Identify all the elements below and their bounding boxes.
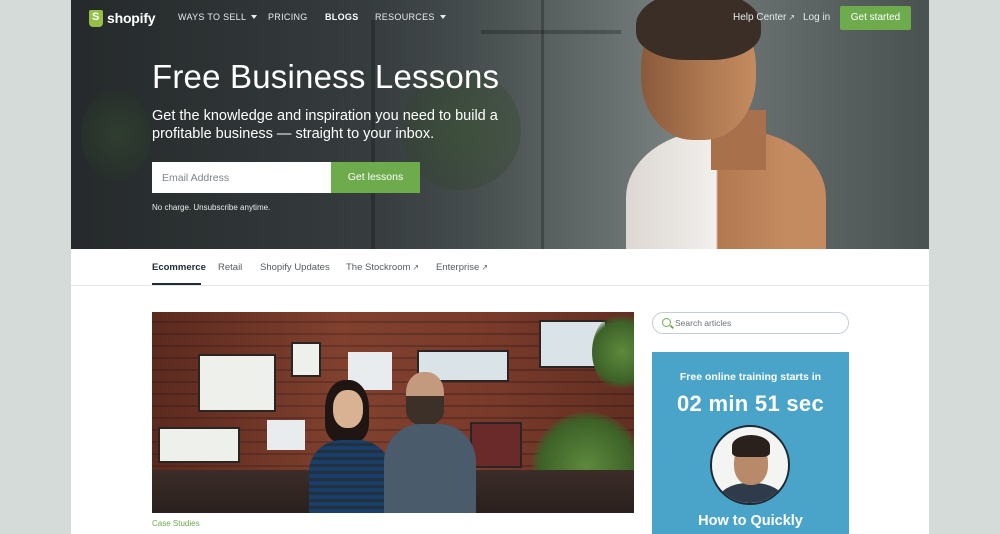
tab-label: Retail: [218, 262, 243, 273]
help-center-label: Help Center: [733, 12, 787, 23]
category-tabs: Ecommerce Retail Shopify Updates The Sto…: [71, 249, 929, 286]
tab-label: Ecommerce: [152, 262, 206, 273]
search-icon: [662, 318, 671, 327]
external-link-icon: ↗: [481, 263, 489, 272]
tab-ecommerce[interactable]: Ecommerce: [152, 262, 206, 273]
tab-label: Enterprise: [436, 262, 480, 273]
hero-note: No charge. Unsubscribe anytime.: [152, 203, 271, 212]
woman-head: [333, 390, 363, 428]
tab-retail[interactable]: Retail: [218, 262, 242, 273]
nav-resources[interactable]: RESOURCES: [375, 12, 446, 22]
search-input[interactable]: [675, 316, 845, 330]
shopify-bag-icon: [89, 9, 103, 27]
hero-banner: shopify WAYS TO SELL PRICING BLOGS RESOU…: [71, 0, 929, 249]
nav-label: WAYS TO SELL: [178, 12, 247, 22]
woman-body: [309, 440, 391, 513]
article-image[interactable]: [152, 312, 634, 513]
promo-headline: How to Quickly: [698, 513, 803, 529]
chevron-down-icon: [251, 15, 258, 19]
nav-ways-to-sell[interactable]: WAYS TO SELL: [178, 12, 258, 22]
person-woman: [309, 380, 391, 513]
hero-title: Free Business Lessons: [152, 58, 500, 95]
tab-label: The Stockroom: [346, 262, 411, 273]
wall-card: [267, 420, 305, 450]
tab-enterprise[interactable]: Enterprise ↗: [436, 262, 488, 273]
search-box[interactable]: [652, 312, 849, 334]
external-link-icon: ↗: [412, 263, 420, 272]
get-started-button[interactable]: Get started: [840, 6, 911, 30]
man-body: [384, 424, 476, 513]
nav-label: PRICING: [268, 12, 308, 22]
avatar-hair: [732, 435, 770, 457]
wall-frame: [291, 342, 321, 377]
login-link[interactable]: Log in: [803, 12, 830, 23]
tab-label: Shopify Updates: [260, 262, 330, 273]
get-lessons-button[interactable]: Get lessons: [331, 162, 420, 193]
article-category-link[interactable]: Case Studies: [152, 519, 200, 528]
top-nav: shopify WAYS TO SELL PRICING BLOGS RESOU…: [71, 0, 929, 36]
tab-shopify-updates[interactable]: Shopify Updates: [260, 262, 330, 273]
logo-text: shopify: [107, 10, 156, 26]
promo-kicker: Free online training starts in: [679, 371, 822, 383]
tab-the-stockroom[interactable]: The Stockroom ↗: [346, 262, 419, 273]
help-center-link[interactable]: Help Center ↗: [733, 12, 795, 23]
external-link-icon: ↗: [788, 13, 796, 22]
email-field[interactable]: [152, 162, 331, 193]
display-case: [470, 422, 522, 468]
avatar-body: [718, 483, 784, 503]
avatar: [710, 425, 790, 505]
person-man: [384, 372, 476, 513]
nav-pricing[interactable]: PRICING: [268, 12, 308, 22]
wall-map-frame: [198, 354, 276, 412]
chevron-down-icon: [439, 15, 446, 19]
nav-label: RESOURCES: [375, 12, 435, 22]
shopify-logo[interactable]: shopify: [89, 8, 156, 28]
nav-label: BLOGS: [325, 12, 359, 22]
man-beard: [406, 396, 444, 426]
active-tab-indicator: [152, 283, 201, 285]
nav-blogs[interactable]: BLOGS: [325, 12, 359, 22]
hero-subtitle: Get the knowledge and inspiration you ne…: [152, 108, 498, 142]
training-promo[interactable]: Free online training starts in 02 min 51…: [652, 352, 849, 534]
easel-painting: [158, 427, 240, 463]
page: shopify WAYS TO SELL PRICING BLOGS RESOU…: [71, 0, 929, 534]
countdown-timer: 02 min 51 sec: [677, 391, 824, 416]
